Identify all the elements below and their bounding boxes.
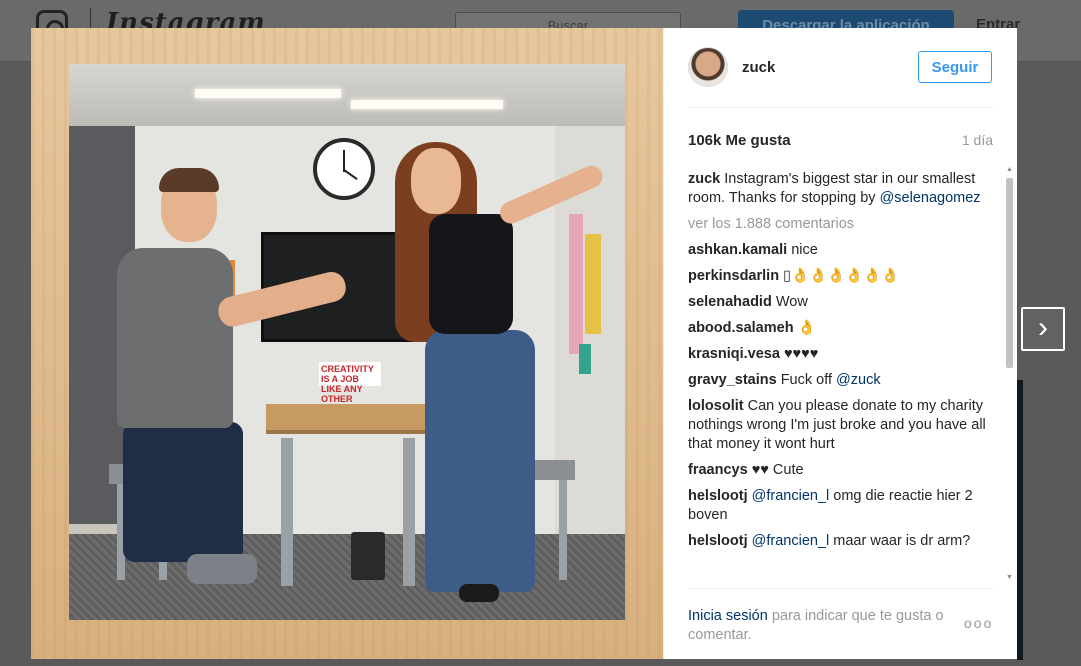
table-leg: [403, 438, 415, 586]
post-side-panel: zuck Seguir 106k Me gusta 1 día zuck Ins…: [663, 28, 1017, 659]
list-item: selenahadid Wow: [688, 293, 1000, 312]
poster: [585, 234, 601, 334]
sign-text: CREATIVITY IS A JOB LIKE ANY OTHER: [321, 364, 374, 404]
person-right-shoes: [459, 584, 499, 602]
comments-scrollbar[interactable]: ▲ ▼: [1004, 166, 1014, 586]
post-footer: Inicia sesión para indicar que te gusta …: [688, 588, 994, 659]
post-author-username[interactable]: zuck: [742, 59, 775, 76]
comment-text: ♥♥ Cute: [751, 462, 804, 478]
comment-text: 👌: [797, 320, 816, 336]
comment-username[interactable]: helslootj: [688, 488, 748, 504]
avatar[interactable]: [688, 47, 728, 87]
comment-text: Fuck off: [780, 372, 837, 388]
poster: [579, 344, 591, 374]
likes-count[interactable]: 106k Me gusta: [688, 132, 791, 149]
person-left-shoes: [187, 554, 257, 584]
mention-link[interactable]: @francien_l: [752, 488, 830, 504]
comment-username[interactable]: lolosolit: [688, 398, 744, 414]
scroll-down-arrow-icon[interactable]: ▼: [1006, 574, 1013, 581]
post-photo[interactable]: CREATIVITY IS A JOB LIKE ANY OTHER: [31, 28, 663, 659]
ceiling: [69, 64, 625, 126]
comment-text: maar waar is dr arm?: [829, 533, 971, 549]
mention-link[interactable]: @selenagomez: [880, 190, 981, 206]
login-prompt: Inicia sesión para indicar que te gusta …: [688, 607, 958, 645]
comment-username[interactable]: abood.salameh: [688, 320, 794, 336]
login-to-like-link[interactable]: Inicia sesión: [688, 608, 768, 624]
mention-link[interactable]: @zuck: [836, 372, 881, 388]
poster: [569, 214, 583, 354]
list-item: lolosolit Can you please donate to my ch…: [688, 397, 1000, 454]
person-left-hair: [159, 168, 219, 192]
list-item: gravy_stains Fuck off @zuck: [688, 371, 1000, 390]
desk: [266, 404, 432, 434]
comment-text: Wow: [775, 294, 808, 310]
list-item: ashkan.kamali nice: [688, 241, 1000, 260]
wall-clock: [313, 138, 375, 200]
list-item: helslootj @francien_l omg die reactie hi…: [688, 487, 1000, 525]
comment-username[interactable]: gravy_stains: [688, 372, 777, 388]
caption: zuck Instagram's biggest star in our sma…: [688, 170, 1000, 208]
post-header: zuck Seguir: [688, 46, 994, 108]
background-strip: [1017, 380, 1023, 660]
comment-username[interactable]: perkinsdarlin: [688, 268, 779, 284]
ceiling-light: [351, 100, 503, 109]
scroll-up-arrow-icon[interactable]: ▲: [1006, 166, 1013, 173]
next-post-arrow-icon[interactable]: ›: [1021, 307, 1065, 351]
list-item: helslootj @francien_l maar waar is dr ar…: [688, 532, 1000, 551]
comment-username[interactable]: zuck: [688, 171, 720, 187]
person-right-legs: [425, 330, 535, 592]
post-time[interactable]: 1 día: [962, 132, 993, 148]
trash-bin: [351, 532, 385, 580]
list-item: fraancys ♥♥ Cute: [688, 461, 1000, 480]
table-leg: [281, 438, 293, 586]
scrollbar-thumb[interactable]: [1006, 178, 1013, 368]
person-right-head: [411, 148, 461, 214]
person-left-legs: [123, 422, 243, 562]
follow-button[interactable]: Seguir: [918, 51, 992, 83]
list-item: perkinsdarlin ▯👌👌👌👌👌👌: [688, 267, 1000, 286]
list-item: abood.salameh 👌: [688, 319, 1000, 338]
comments-list[interactable]: zuck Instagram's biggest star in our sma…: [688, 170, 1000, 590]
view-all-comments-link[interactable]: ver los 1.888 comentarios: [688, 215, 1000, 234]
comment-username[interactable]: ashkan.kamali: [688, 242, 787, 258]
person-left-body: [117, 248, 233, 428]
mention-link[interactable]: @francien_l: [752, 533, 830, 549]
small-room: CREATIVITY IS A JOB LIKE ANY OTHER: [69, 64, 625, 620]
comment-username[interactable]: selenahadid: [688, 294, 772, 310]
person-right-body: [429, 214, 513, 334]
comment-username[interactable]: fraancys: [688, 462, 748, 478]
list-item: krasniqi.vesa ♥♥♥♥: [688, 345, 1000, 364]
more-options-icon[interactable]: ooo: [964, 615, 993, 631]
comment-username[interactable]: helslootj: [688, 533, 748, 549]
post-modal: CREATIVITY IS A JOB LIKE ANY OTHER zuck …: [31, 28, 1017, 659]
comment-username[interactable]: krasniqi.vesa: [688, 346, 780, 362]
comment-text: ▯👌👌👌👌👌👌: [783, 268, 900, 284]
comment-text: nice: [791, 242, 818, 258]
comment-text: ♥♥♥♥: [783, 346, 819, 362]
ceiling-light: [195, 89, 341, 98]
